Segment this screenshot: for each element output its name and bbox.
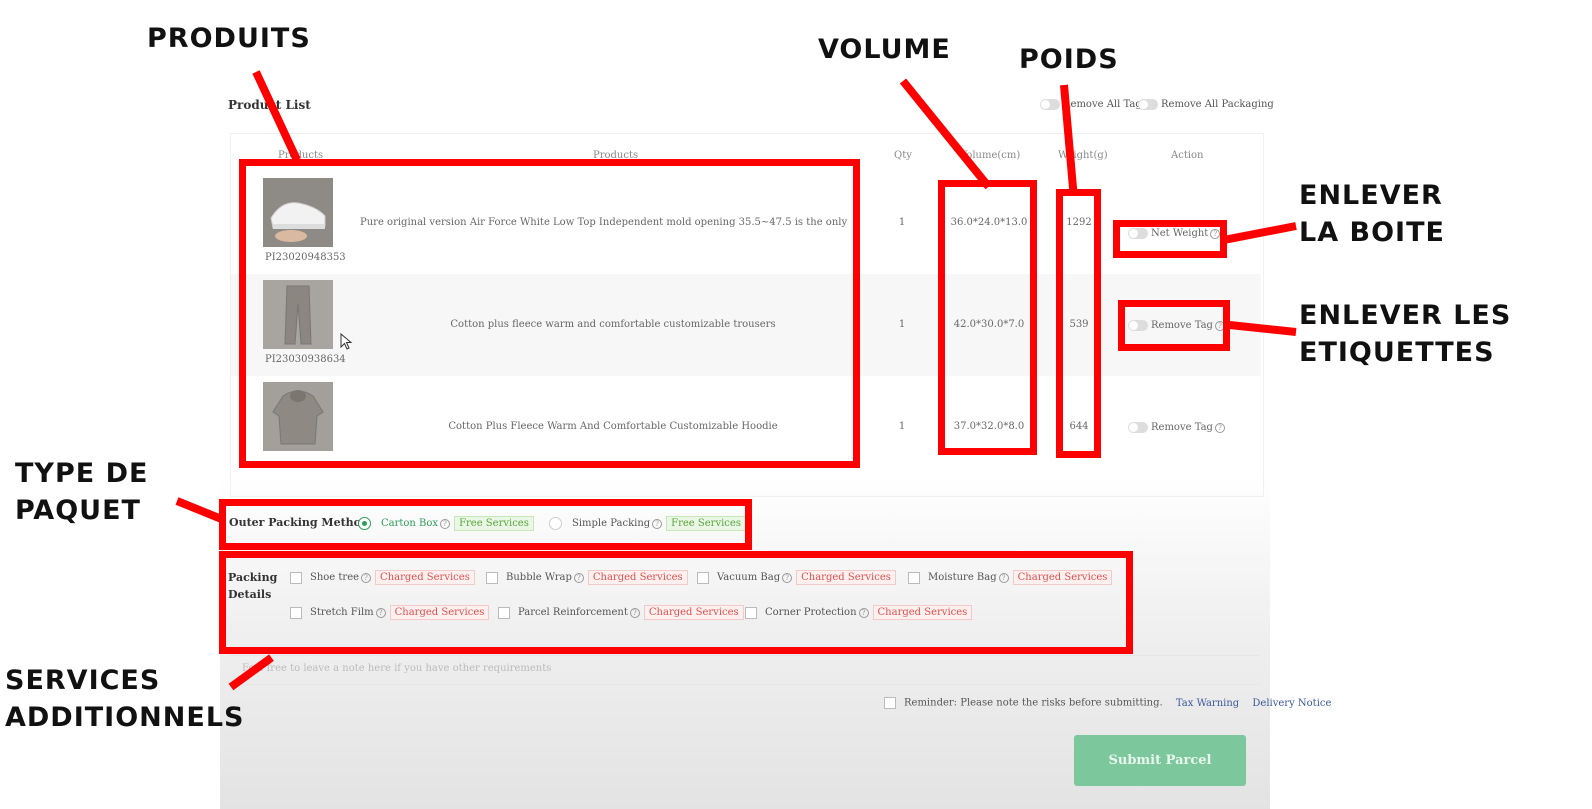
toggle-switch[interactable] bbox=[1128, 422, 1148, 433]
header-action: Action bbox=[1171, 150, 1204, 161]
remove-all-packaging-toggle[interactable]: Remove All Packaging bbox=[1138, 99, 1274, 110]
pointer-line bbox=[175, 497, 224, 523]
header-qty: Qty bbox=[894, 150, 912, 161]
product-qty: 1 bbox=[898, 319, 906, 330]
annotation-poids: POIDS bbox=[1019, 44, 1119, 75]
weight-highlight-box bbox=[1056, 189, 1101, 458]
reminder-checkbox[interactable] bbox=[884, 697, 896, 709]
outer-packing-highlight-box bbox=[219, 499, 752, 550]
submit-parcel-button[interactable]: Submit Parcel bbox=[1074, 735, 1246, 786]
annotation-services-additionnels: SERVICES ADDITIONNELS bbox=[5, 665, 245, 733]
products-highlight-box bbox=[239, 159, 860, 468]
annotation-type-de-paquet: TYPE DE PAQUET bbox=[15, 458, 149, 526]
annotation-enlever-etiquettes: ENLEVER LES ETIQUETTES bbox=[1299, 300, 1512, 368]
packing-details-highlight-box bbox=[219, 551, 1133, 654]
remove-tag-toggle[interactable]: Remove Tag? bbox=[1128, 422, 1225, 433]
reminder-text: Reminder: Please note the risks before s… bbox=[904, 697, 1163, 709]
toggle-switch[interactable] bbox=[1138, 99, 1158, 110]
reminder-row: Reminder: Please note the risks before s… bbox=[884, 697, 1331, 709]
note-textarea[interactable]: Feel free to leave a note here if you ha… bbox=[230, 655, 1260, 685]
help-icon[interactable]: ? bbox=[1214, 422, 1225, 433]
product-qty: 1 bbox=[898, 421, 906, 432]
toggle-switch[interactable] bbox=[1040, 99, 1060, 110]
annotation-enlever-boite: ENLEVER LA BOITE bbox=[1299, 180, 1445, 248]
product-qty: 1 bbox=[898, 217, 906, 228]
remove-tag-highlight-box bbox=[1118, 300, 1230, 351]
remove-all-tags-toggle[interactable]: Remove All Tags bbox=[1040, 99, 1147, 110]
tax-warning-link[interactable]: Tax Warning bbox=[1176, 698, 1239, 709]
annotation-produits: PRODUITS bbox=[147, 23, 311, 54]
volume-highlight-box bbox=[938, 180, 1037, 455]
delivery-notice-link[interactable]: Delivery Notice bbox=[1252, 698, 1331, 709]
note-placeholder: Feel free to leave a note here if you ha… bbox=[242, 663, 552, 674]
net-weight-highlight-box bbox=[1113, 220, 1227, 258]
annotation-volume: VOLUME bbox=[818, 34, 951, 65]
